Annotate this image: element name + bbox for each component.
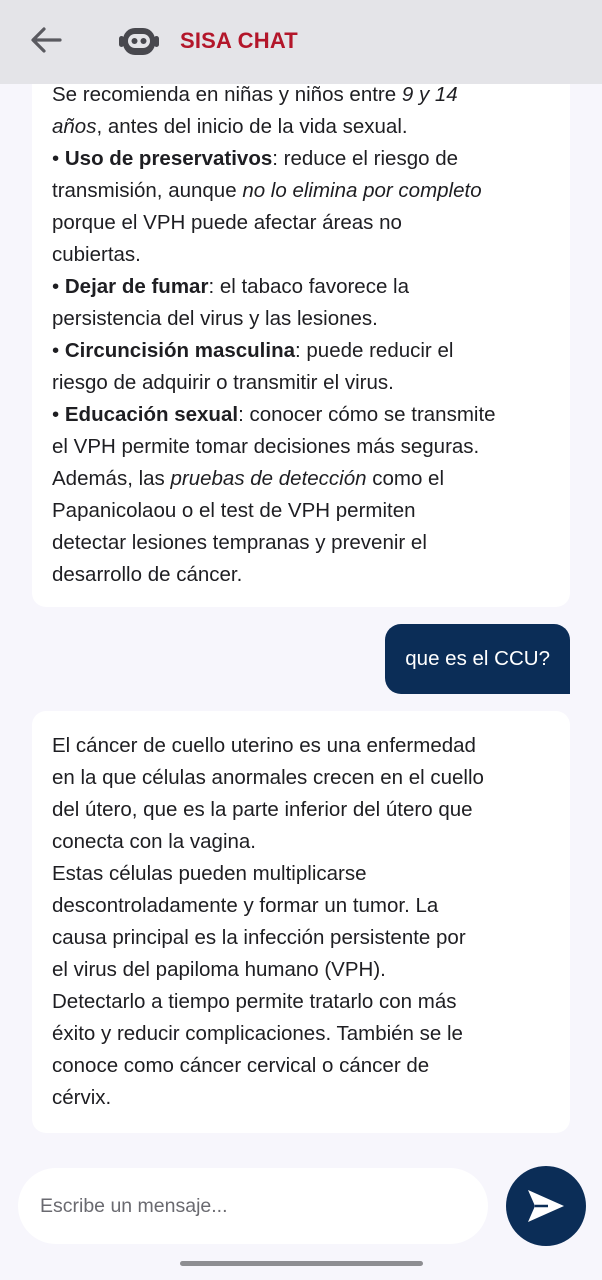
text-run: desarrollo de cáncer. [52, 563, 243, 586]
message-line: El cáncer de cuello uterino es una enfer… [52, 730, 550, 762]
chat-app: SISA CHAT Se recomienda en niñas y niños… [0, 0, 602, 1280]
composer [0, 1144, 602, 1280]
text-run: Además, las [52, 467, 171, 490]
message-line: en la que células anormales crecen en el… [52, 762, 550, 794]
message-line: cérvix. [52, 1082, 550, 1114]
message-line: el VPH permite tomar decisiones más segu… [52, 431, 550, 463]
user-message: que es el CCU? [385, 624, 570, 694]
text-run: como el [366, 467, 445, 490]
text-run: : reduce el riesgo de [272, 147, 459, 170]
message-line: riesgo de adquirir o transmitir el virus… [52, 367, 550, 399]
text-run: el VPH permite tomar decisiones más segu… [52, 435, 480, 458]
message-line: del útero, que es la parte inferior del … [52, 794, 550, 826]
italic-text: pruebas de detección [170, 467, 367, 490]
text-run: conoce como cáncer cervical o cáncer de [52, 1054, 430, 1077]
text-run: : conocer cómo se transmite [238, 403, 496, 426]
message-line: porque el VPH puede afectar áreas no [52, 207, 550, 239]
text-run: detectar lesiones tempranas y prevenir e… [52, 531, 427, 554]
message-line: Papanicolaou o el test de VPH permiten [52, 495, 550, 527]
text-run: : el tabaco favorece la [208, 275, 410, 298]
text-run: Detectarlo a tiempo permite tratarlo con… [52, 990, 457, 1013]
message-line: • Educación sexual: conocer cómo se tran… [52, 399, 550, 431]
message-line: el virus del papiloma humano (VPH). [52, 954, 550, 986]
text-run: riesgo de adquirir o transmitir el virus… [52, 371, 394, 394]
message-line: conoce como cáncer cervical o cáncer de [52, 1050, 550, 1082]
app-header: SISA CHAT [0, 0, 602, 84]
send-icon [528, 1190, 564, 1222]
message-line: • Circuncisión masculina: puede reducir … [52, 335, 550, 367]
italic-text: no lo elimina por completo [242, 179, 482, 202]
text-run: • [52, 339, 65, 362]
text-run: porque el VPH puede afectar áreas no [52, 211, 402, 234]
text-run: Papanicolaou o el test de VPH permiten [52, 499, 416, 522]
message-input[interactable] [18, 1168, 488, 1244]
text-run: El cáncer de cuello uterino es una enfer… [52, 734, 476, 757]
message-line: causa principal es la infección persiste… [52, 922, 550, 954]
text-run: del útero, que es la parte inferior del … [52, 798, 473, 821]
text-run: cérvix. [52, 1086, 112, 1109]
text-run: : puede reducir el [295, 339, 454, 362]
italic-text: 9 y 14 [401, 84, 458, 106]
message-line: descontroladamente y formar un tumor. La [52, 890, 550, 922]
bot-message: El cáncer de cuello uterino es una enfer… [32, 711, 570, 1133]
text-run: Se recomienda en niñas y niños entre [52, 84, 402, 106]
text-run: conecta con la vagina. [52, 830, 256, 853]
send-button[interactable] [506, 1166, 586, 1246]
back-button[interactable] [26, 22, 66, 58]
message-line: años, antes del inicio de la vida sexual… [52, 111, 550, 143]
message-line: desarrollo de cáncer. [52, 559, 550, 591]
arrow-left-icon [31, 27, 62, 53]
text-run: causa principal es la infección persiste… [52, 926, 466, 949]
italic-text: años [52, 115, 97, 138]
message-line: • Uso de preservativos: reduce el riesgo… [52, 143, 550, 175]
message-line: cubiertas. [52, 239, 550, 271]
text-run: el virus del papiloma humano (VPH). [52, 958, 386, 981]
text-run: • [52, 147, 65, 170]
message-line: Estas células pueden multiplicarse [52, 858, 550, 890]
message-line: conecta con la vagina. [52, 826, 550, 858]
robot-icon [118, 24, 160, 58]
bold-text: Educación sexual [64, 403, 239, 426]
text-run: • [52, 403, 65, 426]
message-line: detectar lesiones tempranas y prevenir e… [52, 527, 550, 559]
message-line: • Dejar de fumar: el tabaco favorece la [52, 271, 550, 303]
message-line: transmisión, aunque no lo elimina por co… [52, 175, 550, 207]
text-run: • [52, 275, 65, 298]
text-run: , antes del inicio de la vida sexual. [96, 115, 408, 138]
message-line: Además, las pruebas de detección como el [52, 463, 550, 495]
text-run: transmisión, aunque [52, 179, 243, 202]
text-run: cubiertas. [52, 243, 141, 266]
bold-text: Uso de preservativos [64, 147, 273, 170]
message-line: persistencia del virus y las lesiones. [52, 303, 550, 335]
message-line: éxito y reducir complicaciones. También … [52, 1018, 550, 1050]
text-run: éxito y reducir complicaciones. También … [52, 1022, 463, 1045]
message-list[interactable]: Se recomienda en niñas y niños entre 9 y… [0, 84, 602, 1144]
text-run: en la que células anormales crecen en el… [52, 766, 484, 789]
text-run: persistencia del virus y las lesiones. [52, 307, 378, 330]
message-line: Se recomienda en niñas y niños entre 9 y… [52, 84, 550, 111]
message-line: Detectarlo a tiempo permite tratarlo con… [52, 986, 550, 1018]
text-run: Estas células pueden multiplicarse [52, 862, 367, 885]
bot-message: Se recomienda en niñas y niños entre 9 y… [32, 84, 570, 607]
bold-text: Circuncisión masculina [64, 339, 295, 362]
app-title: SISA CHAT [180, 28, 298, 53]
text-run: descontroladamente y formar un tumor. La [52, 894, 439, 917]
home-indicator [180, 1261, 423, 1266]
bold-text: Dejar de fumar [64, 275, 209, 298]
